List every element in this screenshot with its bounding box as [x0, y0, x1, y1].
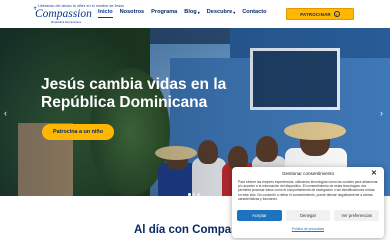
sponsor-button-label: PATROCINAR [300, 11, 331, 17]
cookie-body: Para ofrecer las mejores experiencias, u… [238, 180, 378, 201]
site-header: ✝ Liberando del abuso la niñez en el nom… [0, 0, 390, 28]
privacy-policy-link[interactable]: Política de privacidad [232, 227, 384, 231]
section-title: Al día con Compas [134, 224, 238, 236]
nav-item-programa[interactable]: Programa [151, 9, 177, 15]
arrow-right-circle-icon: › [333, 11, 340, 17]
logo-name: Compassion [35, 8, 92, 20]
preferences-button[interactable]: Ver preferencias [334, 210, 380, 221]
sponsor-child-button[interactable]: Patrocina a un niño [42, 124, 114, 140]
nav-item-blog[interactable]: Blog ▾ [184, 9, 199, 15]
compassion-logo[interactable]: ✝ Liberando del abuso la niñez en el nom… [33, 4, 124, 24]
slider-dots [188, 193, 200, 196]
deny-button[interactable]: Denegar [285, 210, 331, 221]
hero-title: Jesús cambia vidas en la República Domin… [41, 76, 227, 111]
logo-subtitle: República Dominicana [51, 20, 82, 24]
nav-item-descubre[interactable]: Descubre ▾ [207, 9, 236, 15]
chevron-left-icon[interactable]: ‹ [4, 108, 7, 118]
slider-dot[interactable] [188, 193, 191, 196]
slider-dot[interactable] [197, 193, 200, 196]
cookie-buttons: Aceptar Denegar Ver preferencias [237, 210, 380, 221]
chevron-down-icon: ▾ [197, 9, 200, 15]
nav-item-nosotros[interactable]: Nosotros [120, 9, 145, 15]
slider-dot[interactable] [192, 193, 195, 196]
chevron-right-icon[interactable]: › [380, 108, 383, 118]
nav-item-contacto[interactable]: Contacto [242, 9, 266, 15]
chevron-down-icon: ▾ [233, 9, 236, 15]
close-icon[interactable]: ✕ [371, 169, 377, 177]
nav-item-inicio[interactable]: Inicio [98, 9, 113, 18]
cookie-consent-dialog: Gestionar consentimiento ✕ Para ofrecer … [232, 167, 384, 238]
accept-button[interactable]: Aceptar [237, 210, 282, 221]
cookie-title: Gestionar consentimiento [281, 171, 335, 176]
sponsor-button[interactable]: PATROCINAR › [286, 8, 354, 20]
main-nav: Inicio Nosotros Programa Blog ▾ Descubre ▾… [98, 9, 274, 18]
